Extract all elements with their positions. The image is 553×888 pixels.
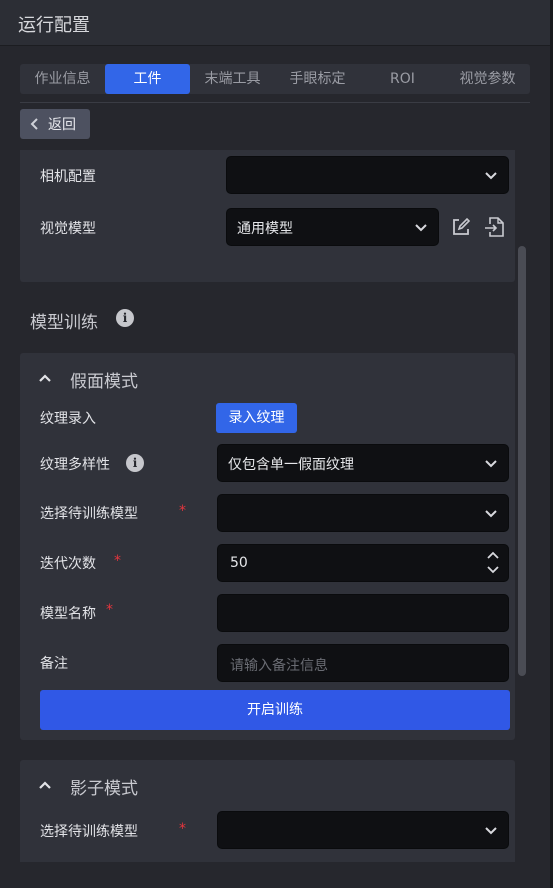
- model-name-input[interactable]: [217, 594, 509, 632]
- info-icon[interactable]: i: [126, 454, 144, 472]
- tab-workpiece[interactable]: 工件: [105, 64, 190, 94]
- tab-vision-params[interactable]: 视觉参数: [445, 64, 530, 94]
- texture-diversity-value: 仅包含单一假面纹理: [228, 457, 354, 473]
- vision-model-select[interactable]: 通用模型: [226, 208, 439, 246]
- required-marker: *: [106, 602, 113, 618]
- vertical-scrollbar[interactable]: [518, 246, 526, 676]
- texture-diversity-label: 纹理多样性: [40, 457, 110, 473]
- texture-diversity-field[interactable]: 仅包含单一假面纹理: [217, 444, 509, 482]
- stepper-down-icon[interactable]: [486, 564, 500, 576]
- shadow-mode-title: 影子模式: [70, 779, 138, 799]
- back-button[interactable]: 返回: [20, 109, 90, 139]
- required-marker: *: [179, 503, 186, 519]
- start-training-button[interactable]: 开启训练: [40, 690, 510, 730]
- select-model-label: 选择待训练模型: [40, 506, 138, 522]
- tab-bar: 作业信息 工件 末端工具 手眼标定 ROI 视觉参数: [20, 64, 530, 94]
- remark-label: 备注: [40, 656, 68, 672]
- tab-job-info[interactable]: 作业信息: [20, 64, 105, 94]
- remark-input[interactable]: 请输入备注信息: [217, 644, 509, 682]
- iterations-stepper[interactable]: 50: [217, 544, 509, 582]
- model-name-label: 模型名称: [40, 606, 96, 622]
- import-icon[interactable]: [484, 216, 506, 238]
- chevron-down-icon: [485, 460, 497, 468]
- record-texture-button[interactable]: 录入纹理: [216, 403, 297, 433]
- chevron-left-icon: [30, 118, 38, 130]
- edit-icon[interactable]: [450, 216, 472, 238]
- iterations-label: 迭代次数: [40, 556, 96, 572]
- texture-entry-label: 纹理录入: [40, 411, 96, 427]
- shadow-select-model-field[interactable]: [217, 811, 509, 849]
- divider: [20, 102, 530, 103]
- vision-model-value: 通用模型: [237, 221, 293, 237]
- tab-hand-eye-calibration[interactable]: 手眼标定: [275, 64, 360, 94]
- required-marker: *: [179, 821, 186, 837]
- chevron-up-icon[interactable]: [38, 778, 52, 792]
- chevron-up-icon[interactable]: [38, 371, 52, 385]
- shadow-mode-card: 影子模式 选择待训练模型 *: [20, 760, 515, 862]
- select-model-field[interactable]: [217, 494, 509, 532]
- back-button-label: 返回: [48, 117, 76, 133]
- required-marker: *: [114, 553, 121, 569]
- stepper-up-icon[interactable]: [486, 549, 500, 561]
- content-scroll-area[interactable]: 相机配置 视觉模型 通用模型 模型训练 i 假面模式 纹理录入 录入纹理 纹理多…: [20, 150, 515, 862]
- remark-placeholder: 请输入备注信息: [230, 658, 328, 674]
- chevron-down-icon: [485, 172, 497, 180]
- camera-config-label: 相机配置: [40, 169, 96, 185]
- title-bar: 运行配置: [0, 0, 550, 46]
- mask-mode-title: 假面模式: [70, 372, 138, 392]
- vision-model-label: 视觉模型: [40, 221, 96, 237]
- tab-end-tool[interactable]: 末端工具: [190, 64, 275, 94]
- iterations-value: 50: [230, 555, 248, 571]
- chevron-down-icon: [485, 510, 497, 518]
- info-icon[interactable]: i: [116, 309, 134, 327]
- window-title: 运行配置: [18, 15, 90, 36]
- camera-config-select[interactable]: [226, 156, 509, 194]
- tab-roi[interactable]: ROI: [360, 64, 445, 94]
- chevron-down-icon: [485, 827, 497, 835]
- model-config-card: 相机配置 视觉模型 通用模型: [20, 150, 515, 282]
- model-training-title: 模型训练: [30, 313, 98, 333]
- shadow-select-model-label: 选择待训练模型: [40, 824, 138, 840]
- chevron-down-icon: [415, 224, 427, 232]
- app-window: 运行配置 作业信息 工件 末端工具 手眼标定 ROI 视觉参数 返回 相机配置 …: [0, 0, 553, 888]
